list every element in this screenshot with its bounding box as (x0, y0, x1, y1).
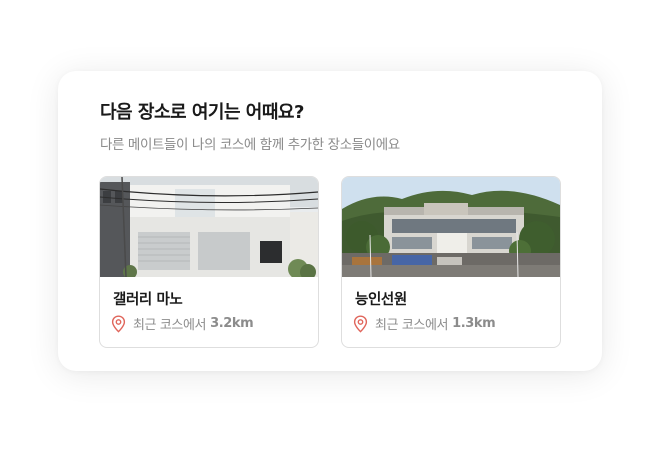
place-name: 갤러리 마노 (113, 292, 183, 308)
place-photo (100, 177, 318, 277)
distance-value: 1.3km (452, 316, 496, 331)
distance-value: 3.2km (210, 316, 254, 331)
place-card-neungin-seonwon[interactable]: 능인선원 최근 코스에서 1.3km (341, 176, 561, 348)
distance-label: 최근 코스에서 (133, 318, 207, 333)
section-subtitle: 다른 메이트들이 나의 코스에 함께 추가한 장소들이에요 (100, 137, 400, 153)
place-name: 능인선원 (355, 292, 407, 308)
place-card-gallery-mano[interactable]: 갤러리 마노 최근 코스에서 3.2km (99, 176, 319, 348)
section-title: 다음 장소로 여기는 어때요? (100, 102, 304, 123)
location-pin-icon (111, 314, 126, 333)
distance-info: 최근 코스에서 3.2km (111, 314, 254, 333)
distance-label: 최근 코스에서 (375, 318, 449, 333)
recommendation-card: 다음 장소로 여기는 어때요? 다른 메이트들이 나의 코스에 함께 추가한 장… (58, 71, 602, 371)
distance-info: 최근 코스에서 1.3km (353, 314, 496, 333)
location-pin-icon (353, 314, 368, 333)
place-photo (342, 177, 560, 277)
